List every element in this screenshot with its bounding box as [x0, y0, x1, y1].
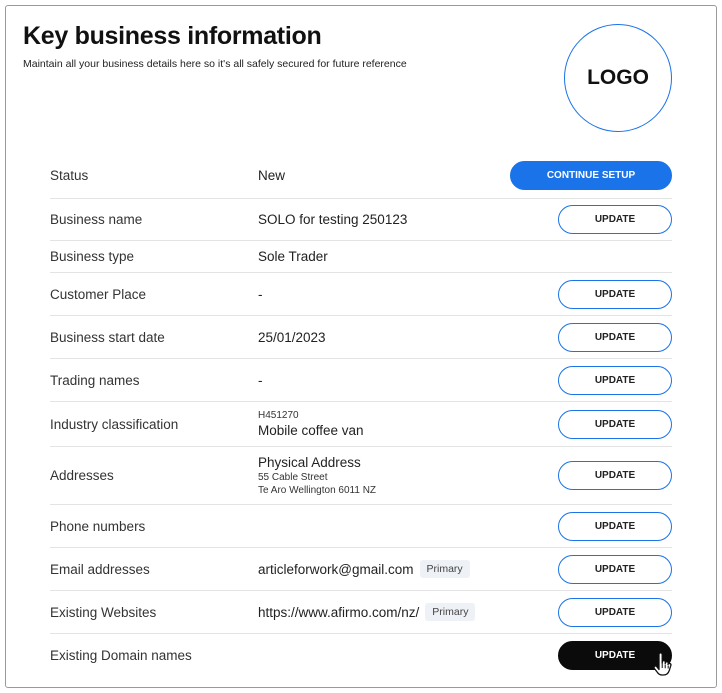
row-label: Status [50, 167, 89, 183]
row-label: Industry classification [50, 416, 179, 432]
info-rows: Status New CONTINUE SETUP Business name … [50, 152, 672, 677]
row-phone-numbers: Phone numbers UPDATE [50, 505, 672, 548]
email-value: articleforwork@gmail.com [258, 561, 414, 577]
address-line-1: 55 Cable Street [258, 472, 328, 483]
primary-badge: Primary [419, 560, 470, 578]
row-business-type: Business type Sole Trader [50, 241, 672, 273]
row-business-start-date: Business start date 25/01/2023 UPDATE [50, 316, 672, 359]
address-type: Physical Address [258, 455, 361, 470]
address-line-2: Te Aro Wellington 6011 NZ [258, 485, 377, 496]
continue-setup-button[interactable]: CONTINUE SETUP [510, 160, 672, 190]
row-label: Addresses [50, 468, 114, 483]
row-label: Existing Domain names [50, 648, 192, 663]
update-email-button[interactable]: UPDATE [558, 554, 672, 584]
row-value: https://www.afirmo.com/nz/ Primary [258, 603, 558, 621]
row-value: SOLO for testing 250123 [258, 212, 408, 227]
row-label: Business start date [50, 329, 165, 345]
row-value: H451270 Mobile coffee van [258, 409, 558, 439]
row-label: Existing Websites [50, 604, 157, 620]
row-value: articleforwork@gmail.com Primary [258, 560, 558, 578]
row-label: Customer Place [50, 286, 147, 302]
row-label: Business name [50, 212, 143, 227]
row-value: Physical Address 55 Cable Street Te Aro … [258, 454, 558, 497]
row-value: 25/01/2023 [258, 329, 326, 345]
update-phone-button[interactable]: UPDATE [558, 511, 672, 541]
update-customer-place-button[interactable]: UPDATE [558, 279, 672, 309]
row-value: - [258, 286, 263, 302]
row-label: Business type [50, 249, 135, 264]
page-title: Key business information [23, 22, 322, 50]
row-addresses: Addresses Physical Address 55 Cable Stre… [50, 447, 672, 505]
row-industry-classification: Industry classification H451270 Mobile c… [50, 402, 672, 447]
update-industry-button[interactable]: UPDATE [558, 409, 672, 439]
hand-pointer-icon [653, 652, 672, 676]
row-value: Sole Trader [258, 249, 328, 264]
row-customer-place: Customer Place - UPDATE [50, 273, 672, 316]
update-business-name-button[interactable]: UPDATE [558, 205, 672, 234]
row-label: Email addresses [50, 561, 150, 577]
row-label: Trading names [50, 372, 140, 388]
row-value: - [258, 372, 263, 388]
update-start-date-button[interactable]: UPDATE [558, 322, 672, 352]
update-trading-names-button[interactable]: UPDATE [558, 365, 672, 395]
row-email-addresses: Email addresses articleforwork@gmail.com… [50, 548, 672, 591]
website-value: https://www.afirmo.com/nz/ [258, 604, 420, 620]
update-websites-button[interactable]: UPDATE [558, 597, 672, 627]
logo-placeholder[interactable]: LOGO [564, 24, 672, 132]
primary-badge: Primary [425, 603, 476, 621]
row-business-name: Business name SOLO for testing 250123 UP… [50, 199, 672, 241]
page-subtitle: Maintain all your business details here … [23, 58, 407, 70]
business-info-card: Key business information Maintain all yo… [5, 5, 717, 688]
row-status: Status New CONTINUE SETUP [50, 152, 672, 199]
update-addresses-button[interactable]: UPDATE [558, 461, 672, 490]
industry-code: H451270 [258, 410, 299, 421]
row-value: New [258, 167, 286, 183]
logo-text: LOGO [587, 66, 649, 89]
industry-name: Mobile coffee van [258, 423, 364, 438]
row-label: Phone numbers [50, 518, 146, 534]
row-trading-names: Trading names - UPDATE [50, 359, 672, 402]
row-existing-websites: Existing Websites https://www.afirmo.com… [50, 591, 672, 634]
row-existing-domain-names: Existing Domain names UPDATE [50, 634, 672, 677]
